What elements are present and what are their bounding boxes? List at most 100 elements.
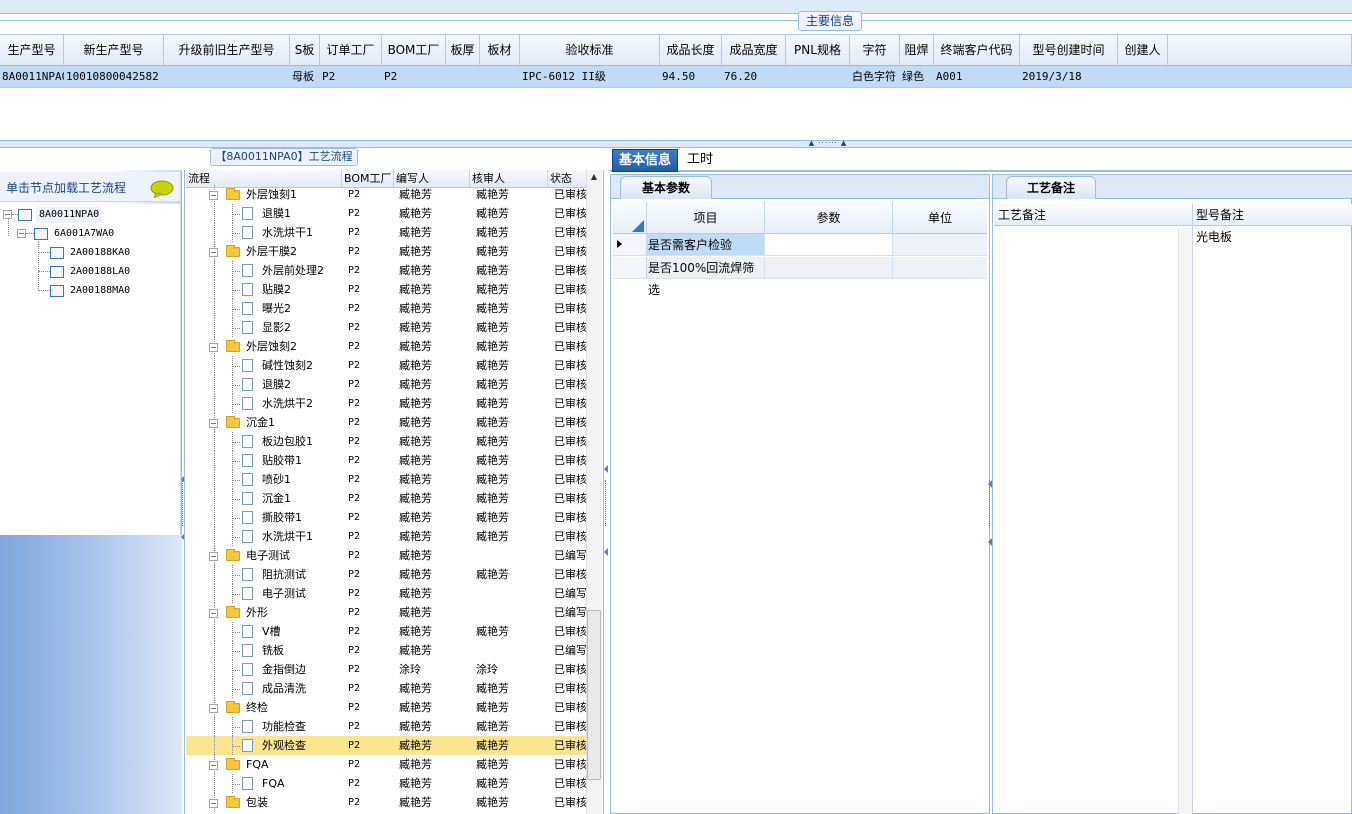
main-info-col[interactable]: 成品长度 xyxy=(660,35,722,66)
process-row[interactable]: 曝光2 P2 臧艳芳 臧艳芳 已审核 xyxy=(186,299,586,318)
process-row[interactable]: 金指倒边 P2 涂玲 涂玲 已审核 xyxy=(186,660,586,679)
collapse-icon[interactable]: − xyxy=(209,552,218,561)
process-row[interactable]: 外观检查 P2 臧艳芳 臧艳芳 已审核 xyxy=(186,736,586,755)
collapse-icon[interactable]: − xyxy=(209,419,218,428)
row-header[interactable] xyxy=(613,257,647,278)
main-info-col[interactable]: S板 xyxy=(290,35,320,66)
tab-work-hours[interactable]: 工时 xyxy=(681,149,719,172)
process-row[interactable]: 功能检查 P2 臧艳芳 臧艳芳 已审核 xyxy=(186,717,586,736)
process-row[interactable]: 撕胶带1 P2 臧艳芳 臧艳芳 已审核 xyxy=(186,508,586,527)
process-row[interactable]: − 外形 P2 臧艳芳 已编写 xyxy=(186,603,586,622)
param-unit[interactable] xyxy=(893,257,987,278)
main-info-cell[interactable]: 绿色 xyxy=(900,66,934,87)
process-row[interactable]: 显影2 P2 臧艳芳 臧艳芳 已审核 xyxy=(186,318,586,337)
process-row[interactable]: 阻抗测试 P2 臧艳芳 臧艳芳 已审核 xyxy=(186,565,586,584)
col-unit[interactable]: 单位 xyxy=(893,202,987,234)
param-unit[interactable] xyxy=(893,234,987,255)
process-row[interactable]: 贴胶带1 P2 臧艳芳 臧艳芳 已审核 xyxy=(186,451,586,470)
main-info-col[interactable]: 字符 xyxy=(850,35,900,66)
col-item[interactable]: 项目 xyxy=(647,202,765,234)
process-row[interactable]: − FQA P2 臧艳芳 臧艳芳 已审核 xyxy=(186,755,586,774)
col-param[interactable]: 参数 xyxy=(765,202,893,234)
param-value[interactable] xyxy=(765,234,893,255)
main-info-col[interactable]: PNL规格 xyxy=(786,35,850,66)
process-row[interactable]: − 外层蚀刻2 P2 臧艳芳 臧艳芳 已审核 xyxy=(186,337,586,356)
main-info-cell[interactable]: 2019/3/18 xyxy=(1020,66,1118,87)
params-row[interactable]: 是否100%回流焊筛选 xyxy=(613,257,987,297)
row-header[interactable] xyxy=(613,234,647,255)
model-note-text[interactable]: 光电板 xyxy=(1196,228,1232,245)
main-info-cell[interactable] xyxy=(446,66,480,87)
collapse-icon[interactable]: − xyxy=(209,191,218,200)
main-info-col[interactable]: 型号创建时间 xyxy=(1020,35,1118,66)
process-row[interactable]: 板边包胶1 P2 臧艳芳 臧艳芳 已审核 xyxy=(186,432,586,451)
process-row[interactable]: 成品清洗 P2 臧艳芳 臧艳芳 已审核 xyxy=(186,679,586,698)
main-info-col[interactable]: 板厚 xyxy=(446,35,480,66)
process-row[interactable]: 退膜1 P2 臧艳芳 臧艳芳 已审核 xyxy=(186,204,586,223)
tree-node-root[interactable]: 8A0011NPA0 xyxy=(36,207,103,223)
main-info-cell[interactable]: 白色字符 xyxy=(850,66,900,87)
main-info-col[interactable]: 验收标准 xyxy=(520,35,660,66)
param-item[interactable]: 是否100%回流焊筛选 xyxy=(647,257,765,297)
main-info-cell[interactable] xyxy=(480,66,520,87)
param-item[interactable]: 是否需客户检验 xyxy=(647,234,765,255)
main-info-cell[interactable]: P2 xyxy=(320,66,382,87)
main-info-col[interactable]: BOM工厂 xyxy=(382,35,446,66)
collapse-icon[interactable]: − xyxy=(209,609,218,618)
main-info-cell[interactable] xyxy=(1118,66,1168,87)
collapse-icon[interactable]: − xyxy=(3,210,12,219)
splitter-grip-icon[interactable] xyxy=(605,480,608,526)
tab-basic-params[interactable]: 基本参数 xyxy=(620,176,712,199)
main-info-cell[interactable]: P2 xyxy=(382,66,446,87)
tree-node-child[interactable]: 6A001A7WA0 xyxy=(54,226,114,242)
main-info-cell[interactable]: 76.20 xyxy=(722,66,786,87)
process-row[interactable]: − 电子测试 P2 臧艳芳 已编写 xyxy=(186,546,586,565)
process-row[interactable]: − 外层干膜2 P2 臧艳芳 臧艳芳 已审核 xyxy=(186,242,586,261)
process-row[interactable]: 贴膜2 P2 臧艳芳 臧艳芳 已审核 xyxy=(186,280,586,299)
process-row[interactable]: 退膜2 P2 臧艳芳 臧艳芳 已审核 xyxy=(186,375,586,394)
main-info-cell[interactable]: 94.50 xyxy=(660,66,722,87)
params-row[interactable]: 是否需客户检验 xyxy=(613,234,987,256)
process-row[interactable]: 外层前处理2 P2 臧艳芳 臧艳芳 已审核 xyxy=(186,261,586,280)
process-row[interactable]: 水洗烘干1 P2 臧艳芳 臧艳芳 已审核 xyxy=(186,223,586,242)
process-row[interactable]: − 沉金1 P2 臧艳芳 臧艳芳 已审核 xyxy=(186,413,586,432)
main-info-cell[interactable]: IPC-6012 II级 xyxy=(520,66,660,87)
main-info-col[interactable]: 板材 xyxy=(480,35,520,66)
collapse-icon[interactable]: − xyxy=(209,343,218,352)
main-info-col[interactable]: 升级前旧生产型号 xyxy=(164,35,290,66)
main-info-col[interactable]: 终端客户代码 xyxy=(934,35,1020,66)
collapse-left-icon[interactable] xyxy=(604,465,608,473)
process-row[interactable]: 水洗烘干1 P2 臧艳芳 臧艳芳 已审核 xyxy=(186,527,586,546)
process-row[interactable]: FQA P2 臧艳芳 臧艳芳 已审核 xyxy=(186,774,586,793)
process-row[interactable]: − 包装 P2 臧艳芳 臧艳芳 已审核 xyxy=(186,793,586,812)
main-info-col[interactable]: 生产型号 xyxy=(0,35,64,66)
process-row[interactable]: V槽 P2 臧艳芳 臧艳芳 已审核 xyxy=(186,622,586,641)
main-info-col[interactable]: 新生产型号 xyxy=(64,35,164,66)
tab-basic-info[interactable]: 基本信息 xyxy=(612,149,679,172)
tree-node-leaf[interactable]: 2A00188MA0 xyxy=(70,283,130,299)
main-info-cell[interactable]: 8A0011NPA0 xyxy=(0,66,64,87)
collapse-icon[interactable]: − xyxy=(209,799,218,808)
main-info-cell[interactable] xyxy=(164,66,290,87)
scrollbar-thumb[interactable] xyxy=(587,610,601,780)
scroll-up-icon[interactable]: ▲ xyxy=(586,172,602,186)
collapse-left-icon[interactable] xyxy=(604,548,608,556)
main-info-col[interactable]: 订单工厂 xyxy=(320,35,382,66)
main-info-cell[interactable]: 10010800042582 xyxy=(64,66,164,87)
collapse-icon[interactable]: − xyxy=(209,761,218,770)
collapse-icon[interactable]: − xyxy=(209,704,218,713)
main-info-col[interactable]: 阻焊 xyxy=(900,35,934,66)
main-info-cell[interactable]: A001 xyxy=(934,66,1020,87)
process-row[interactable]: − 外层蚀刻1 P2 臧艳芳 臧艳芳 已审核 xyxy=(186,185,586,204)
horizontal-splitter[interactable] xyxy=(0,140,1352,148)
collapse-icon[interactable]: − xyxy=(209,248,218,257)
process-row[interactable]: 铣板 P2 臧艳芳 已编写 xyxy=(186,641,586,660)
collapse-icon[interactable]: − xyxy=(17,229,26,238)
main-info-cell[interactable]: 母板 xyxy=(290,66,320,87)
process-note-scrollbar[interactable] xyxy=(1178,228,1192,814)
process-row[interactable]: − 终检 P2 臧艳芳 臧艳芳 已审核 xyxy=(186,698,586,717)
process-row[interactable]: 沉金1 P2 臧艳芳 臧艳芳 已审核 xyxy=(186,489,586,508)
tab-process-notes[interactable]: 工艺备注 xyxy=(1006,176,1096,199)
tree-node-leaf[interactable]: 2A00188LA0 xyxy=(70,264,130,280)
process-row[interactable]: 喷砂1 P2 臧艳芳 臧艳芳 已审核 xyxy=(186,470,586,489)
